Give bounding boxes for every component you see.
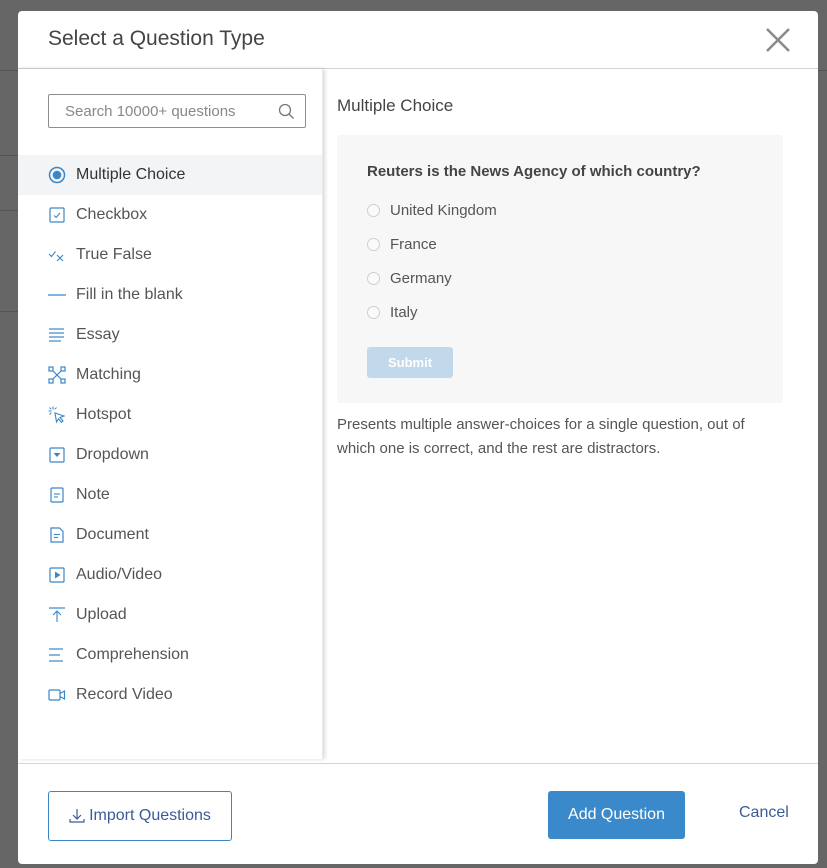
- type-item-upload[interactable]: Upload: [18, 595, 322, 635]
- modal-header: Select a Question Type: [18, 11, 818, 69]
- answer-option-label: France: [390, 236, 437, 253]
- type-item-checkbox[interactable]: Checkbox: [18, 195, 322, 235]
- type-item-label: Matching: [76, 366, 141, 383]
- background-divider: [0, 210, 18, 211]
- dropdown-icon: [48, 446, 66, 464]
- type-item-matching[interactable]: Matching: [18, 355, 322, 395]
- close-icon: [766, 28, 790, 52]
- search-box: [48, 94, 306, 128]
- type-item-label: Essay: [76, 326, 120, 343]
- type-item-label: Comprehension: [76, 646, 189, 663]
- answer-option-label: United Kingdom: [390, 202, 497, 219]
- submit-button[interactable]: Submit: [367, 347, 453, 378]
- answer-option-label: Italy: [390, 304, 418, 321]
- type-item-hotspot[interactable]: Hotspot: [18, 395, 322, 435]
- modal-body: Multiple Choice Checkbox True False: [18, 69, 818, 763]
- note-icon: [48, 486, 66, 504]
- cancel-button[interactable]: Cancel: [739, 804, 789, 822]
- answer-option[interactable]: Germany: [367, 270, 452, 287]
- radio-icon: [367, 306, 380, 319]
- type-item-label: Audio/Video: [76, 566, 162, 583]
- search-input[interactable]: [63, 102, 267, 121]
- sample-question-card: Reuters is the News Agency of which coun…: [337, 135, 783, 403]
- type-item-label: Upload: [76, 606, 127, 623]
- answer-option[interactable]: United Kingdom: [367, 202, 497, 219]
- background-divider: [818, 70, 827, 71]
- import-questions-button[interactable]: Import Questions: [48, 791, 232, 841]
- background-divider: [0, 311, 18, 312]
- background-divider: [0, 70, 18, 71]
- close-button[interactable]: [764, 26, 792, 54]
- radio-icon: [48, 166, 66, 184]
- type-item-multiple-choice[interactable]: Multiple Choice: [18, 155, 322, 195]
- add-question-button[interactable]: Add Question: [548, 791, 685, 839]
- type-item-label: Checkbox: [76, 206, 148, 223]
- import-questions-label: Import Questions: [89, 807, 211, 824]
- document-icon: [48, 526, 66, 544]
- checkbox-icon: [48, 206, 66, 224]
- true-false-icon: [48, 246, 66, 264]
- upload-icon: [48, 606, 66, 624]
- radio-icon: [367, 272, 380, 285]
- background-divider: [0, 155, 18, 156]
- type-item-audio-video[interactable]: Audio/Video: [18, 555, 322, 595]
- modal-title: Select a Question Type: [48, 27, 265, 50]
- modal-footer: Import Questions Add Question Cancel: [18, 763, 818, 864]
- type-item-record-video[interactable]: Record Video: [18, 675, 322, 715]
- radio-icon: [367, 204, 380, 217]
- type-item-label: Multiple Choice: [76, 166, 186, 183]
- matching-icon: [48, 366, 66, 384]
- blank-line-icon: [48, 286, 66, 304]
- answer-option[interactable]: Italy: [367, 304, 418, 321]
- cursor-click-icon: [48, 406, 66, 424]
- preview-title: Multiple Choice: [337, 96, 454, 115]
- answer-option[interactable]: France: [367, 236, 437, 253]
- type-item-document[interactable]: Document: [18, 515, 322, 555]
- type-item-true-false[interactable]: True False: [18, 235, 322, 275]
- question-type-sidebar: Multiple Choice Checkbox True False: [18, 69, 323, 759]
- type-item-essay[interactable]: Essay: [18, 315, 322, 355]
- question-type-description: Presents multiple answer-choices for a s…: [337, 416, 745, 457]
- type-item-label: Document: [76, 526, 149, 543]
- type-item-label: Record Video: [76, 686, 173, 703]
- question-type-modal: Select a Question Type Search 10000+ que…: [18, 11, 818, 864]
- lines-icon: [48, 326, 66, 344]
- type-item-label: Hotspot: [76, 406, 132, 423]
- type-item-label: Dropdown: [76, 446, 149, 463]
- play-icon: [48, 566, 66, 584]
- answer-option-label: Germany: [390, 270, 452, 287]
- question-type-list: Multiple Choice Checkbox True False Fill…: [18, 155, 322, 715]
- type-item-dropdown[interactable]: Dropdown: [18, 435, 322, 475]
- type-item-fill-in-the-blank[interactable]: Fill in the blank: [18, 275, 322, 315]
- type-item-label: True False: [76, 246, 152, 263]
- download-icon: [69, 809, 85, 823]
- radio-icon: [367, 238, 380, 251]
- sample-question-text: Reuters is the News Agency of which coun…: [367, 163, 701, 180]
- video-camera-icon: [48, 686, 66, 704]
- comprehension-icon: [48, 646, 66, 664]
- type-item-note[interactable]: Note: [18, 475, 322, 515]
- type-item-label: Fill in the blank: [76, 286, 183, 303]
- type-item-comprehension[interactable]: Comprehension: [18, 635, 322, 675]
- type-item-label: Note: [76, 486, 110, 503]
- search-icon[interactable]: [278, 103, 295, 120]
